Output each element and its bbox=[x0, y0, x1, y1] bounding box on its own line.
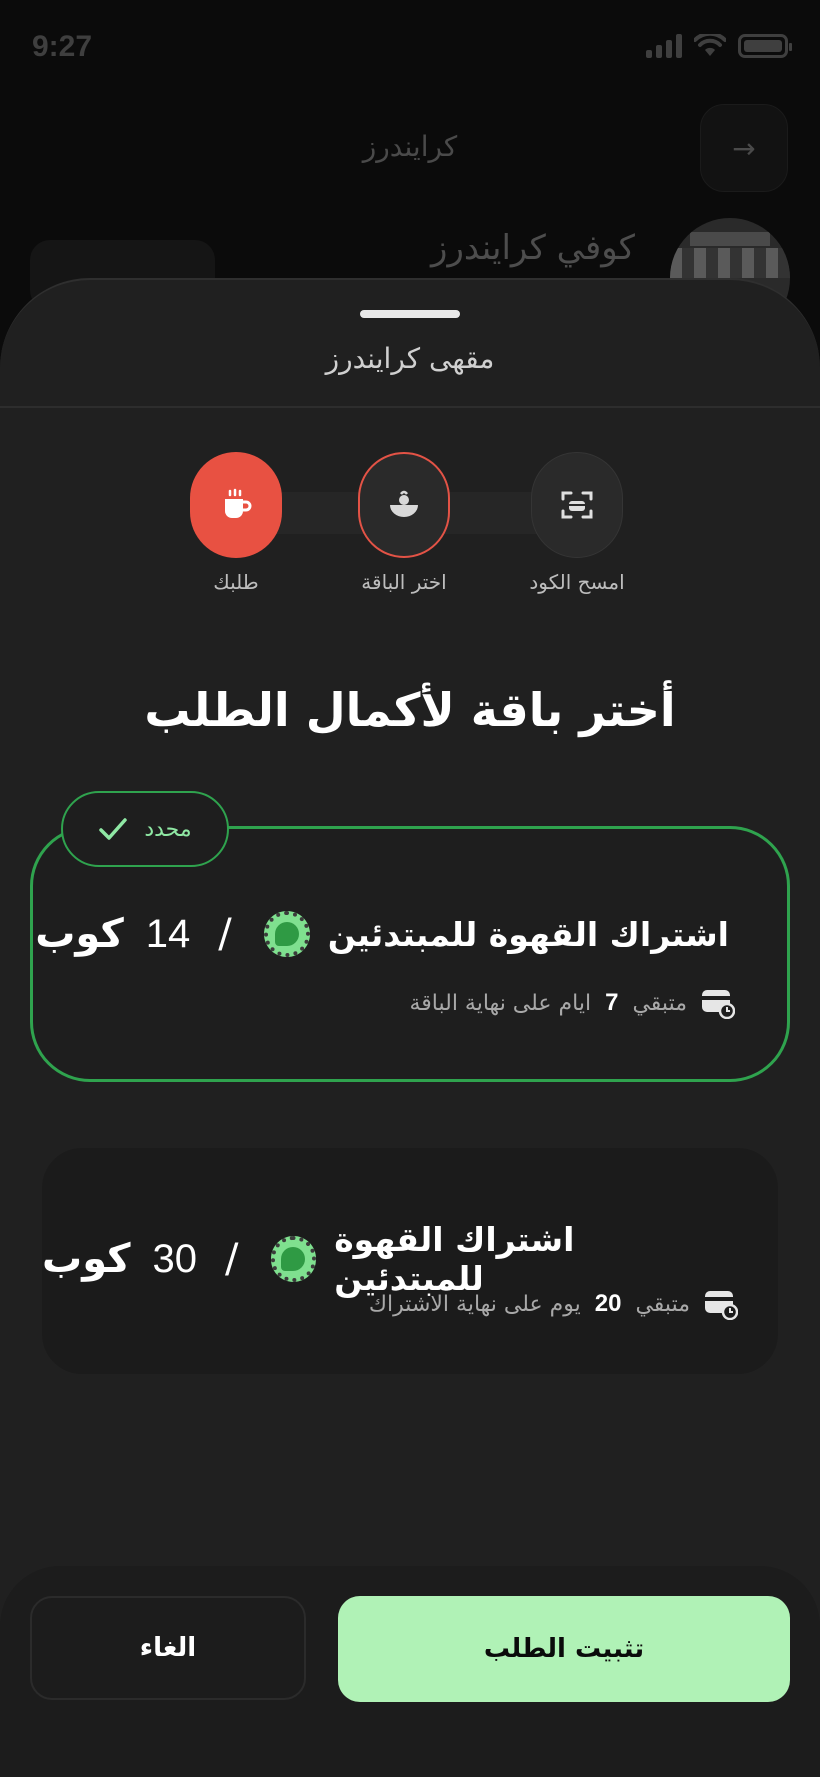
wifi-icon bbox=[694, 34, 726, 56]
package-title-row: اشتراك القهوة للمبتدئين / 30 كوب bbox=[42, 1220, 732, 1298]
package-unit: كوب bbox=[35, 911, 124, 957]
remaining-value: 20 bbox=[594, 1290, 622, 1317]
shop-avatar-sign bbox=[690, 232, 770, 246]
step-label: طلبك bbox=[213, 570, 259, 594]
sheet-grabber[interactable] bbox=[360, 310, 460, 318]
shop-avatar-awning bbox=[670, 248, 790, 278]
remaining-suffix: يوم على نهاية الاشتراك bbox=[368, 1291, 581, 1317]
package-quantity: / 14 كوب bbox=[35, 911, 238, 957]
package-remaining-row: متبقي 20 يوم على نهاية الاشتراك bbox=[369, 1288, 738, 1320]
cellular-signal-icon bbox=[646, 34, 682, 58]
calendar-clock-icon bbox=[702, 990, 735, 1019]
coffee-cup-icon bbox=[225, 488, 252, 518]
status-time: 9:27 bbox=[32, 30, 93, 63]
remaining-prefix: متبقي bbox=[632, 990, 687, 1016]
package-bottom-sheet: مقهى كرايندرز طلبك اختر الباقة امسح الكو… bbox=[0, 278, 820, 1777]
package-name: اشتراك القهوة للمبتدئين bbox=[334, 1220, 575, 1298]
section-heading: أختر باقة لأكمال الطلب bbox=[144, 683, 676, 737]
package-remaining-row: متبقي 7 ايام على نهاية الباقة bbox=[409, 987, 735, 1019]
package-title-row: اشتراك القهوة للمبتدئين / 14 كوب bbox=[35, 911, 729, 957]
scan-icon bbox=[561, 491, 593, 519]
remaining-suffix: ايام على نهاية الباقة bbox=[409, 990, 592, 1016]
brand-coin-icon bbox=[270, 1236, 317, 1282]
background-shop-name: كوفي كرايندرز bbox=[431, 228, 635, 268]
sheet-divider bbox=[0, 406, 820, 408]
step-circle bbox=[190, 452, 282, 558]
status-bar: 9:27 bbox=[0, 0, 820, 92]
battery-icon bbox=[738, 34, 792, 58]
action-bar: تثبيت الطلب الغاء bbox=[0, 1566, 820, 1777]
step-your-order[interactable]: طلبك bbox=[156, 452, 316, 594]
package-quantity: / 30 كوب bbox=[42, 1236, 245, 1282]
remaining-value: 7 bbox=[605, 989, 619, 1016]
package-unit: كوب bbox=[42, 1236, 131, 1282]
package-slash: / bbox=[218, 911, 232, 957]
confirm-order-button[interactable]: تثبيت الطلب bbox=[338, 1596, 790, 1702]
step-choose-package[interactable]: اختر الباقة bbox=[324, 452, 484, 594]
package-slash: / bbox=[225, 1236, 239, 1282]
package-count: 14 bbox=[145, 911, 191, 956]
remaining-prefix: متبقي bbox=[635, 1291, 690, 1317]
package-name: اشتراك القهوة للمبتدئين bbox=[327, 914, 729, 954]
calendar-clock-icon bbox=[705, 1291, 738, 1320]
checkmark-icon bbox=[99, 818, 128, 840]
arrow-right-icon: → bbox=[732, 131, 756, 165]
step-scan-code[interactable]: امسح الكود bbox=[497, 452, 657, 594]
cancel-button[interactable]: الغاء bbox=[30, 1596, 306, 1700]
package-card-selected[interactable]: محدد اشتراك القهوة للمبتدئين / 14 كوب مت… bbox=[30, 791, 790, 1082]
package-card[interactable]: اشتراك القهوة للمبتدئين / 30 كوب متبقي 2… bbox=[42, 1148, 778, 1374]
selected-badge-label: محدد bbox=[144, 816, 192, 842]
background-header-title: كرايندرز bbox=[362, 130, 458, 163]
brand-coin-icon bbox=[263, 911, 310, 957]
sheet-title: مقهى كرايندرز bbox=[325, 342, 495, 375]
selected-badge: محدد bbox=[61, 791, 229, 867]
step-label: امسح الكود bbox=[529, 570, 625, 594]
status-icons bbox=[646, 34, 792, 58]
package-count: 30 bbox=[152, 1236, 198, 1281]
step-circle bbox=[531, 452, 623, 558]
step-label: اختر الباقة bbox=[361, 570, 447, 594]
step-circle bbox=[358, 452, 450, 558]
background-back-button[interactable]: → bbox=[700, 104, 788, 192]
bowl-icon bbox=[390, 490, 418, 517]
order-stepper: طلبك اختر الباقة امسح الكود bbox=[0, 452, 820, 612]
